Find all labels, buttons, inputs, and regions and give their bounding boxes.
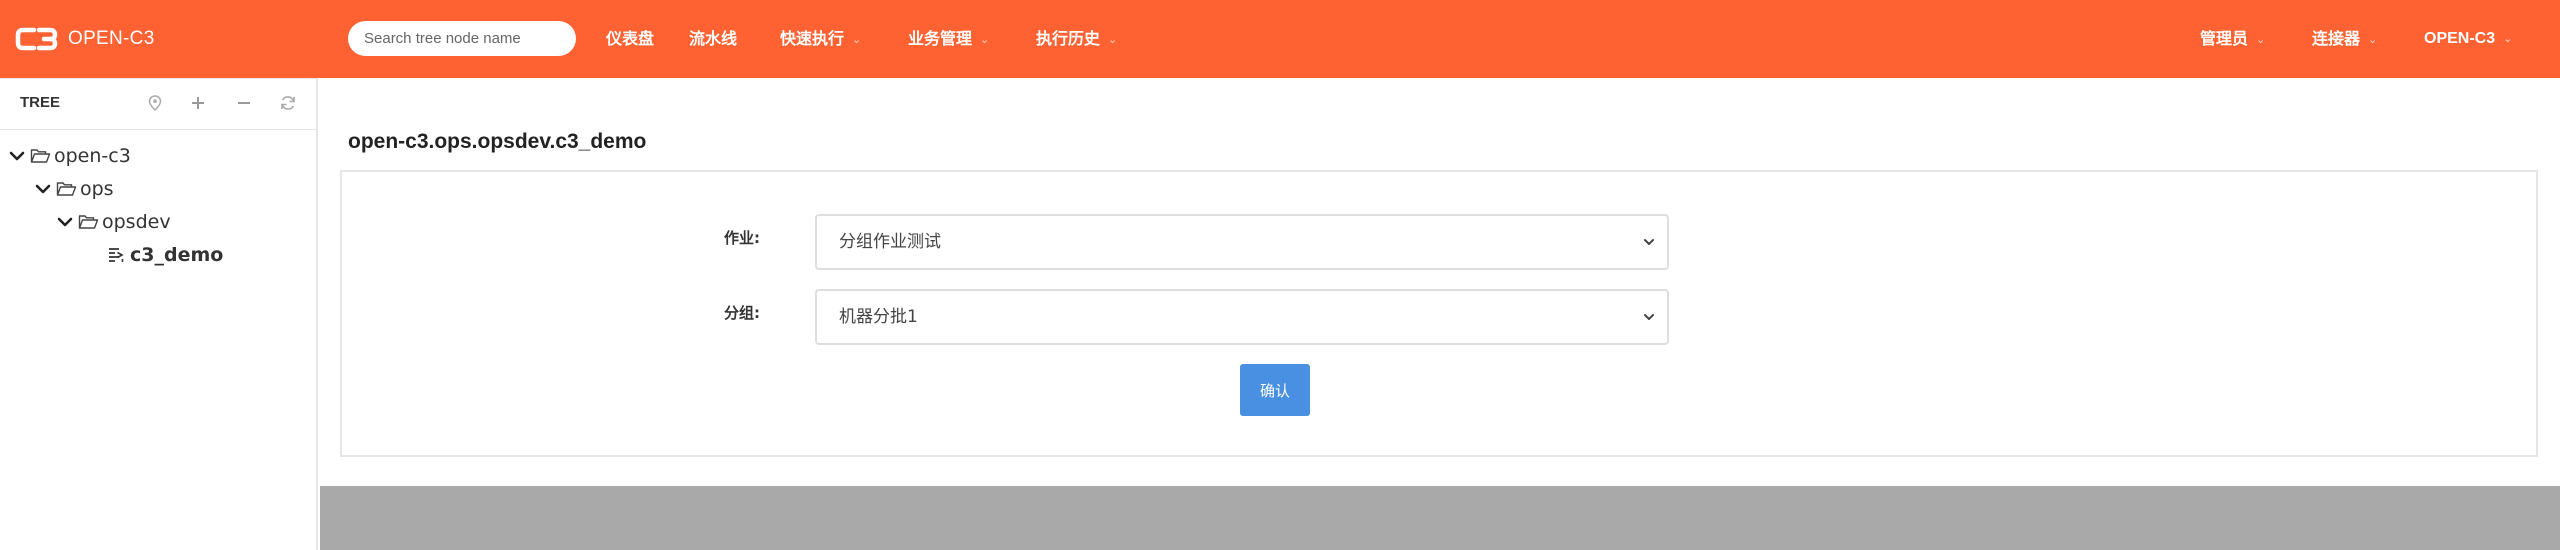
chevron-down-icon: ⌄: [980, 33, 990, 46]
open-c3-logo-icon: [15, 27, 58, 51]
nav-business-mgmt-label: 业务管理: [908, 29, 973, 48]
nav-exec-history-label: 执行历史: [1036, 29, 1101, 48]
chevron-down-icon: [1644, 239, 1654, 245]
footer-bar: [320, 486, 2560, 550]
plus-icon[interactable]: [186, 91, 210, 115]
logo[interactable]: OPEN-C3: [14, 22, 155, 56]
chevron-down-icon: ⌄: [1108, 33, 1118, 46]
tree-sidebar: TREE open-c3 ops opsdev c3_demo: [0, 78, 318, 550]
job-label: 作业:: [724, 229, 760, 247]
group-select[interactable]: 机器分批1: [815, 289, 1669, 345]
nav-admin-label: 管理员: [2200, 29, 2249, 48]
nav-pipeline-label: 流水线: [689, 29, 738, 48]
chevron-down-icon[interactable]: [56, 213, 74, 231]
page-title: open-c3.ops.opsdev.c3_demo: [348, 130, 647, 153]
chevron-down-icon[interactable]: [34, 180, 52, 198]
logo-text: OPEN-C3: [68, 28, 155, 49]
tree-node-label: ops: [80, 178, 114, 200]
nav-connector-label: 连接器: [2312, 29, 2361, 48]
folder-open-icon: [56, 182, 77, 196]
tree-node-label: open-c3: [54, 145, 131, 167]
confirm-button[interactable]: 确认: [1240, 364, 1310, 416]
tree-header: TREE: [0, 78, 316, 130]
top-navbar: OPEN-C3 仪表盘 流水线 快速执行 ⌄ 业务管理 ⌄ 执行历史 ⌄ 管理员 ⌄ 连…: [0, 0, 2560, 78]
minus-icon[interactable]: [232, 91, 256, 115]
locate-icon[interactable]: [143, 91, 167, 115]
job-select-value: 分组作业测试: [839, 232, 941, 252]
nav-quick-exec-label: 快速执行: [780, 29, 845, 48]
nav-dashboard-label: 仪表盘: [606, 29, 655, 48]
tree-node-open-c3[interactable]: open-c3: [8, 141, 131, 171]
nav-business-mgmt[interactable]: 业务管理 ⌄: [908, 26, 989, 52]
chevron-down-icon: ⌄: [852, 33, 862, 46]
folder-open-icon: [78, 215, 99, 229]
tree-node-label: c3_demo: [130, 244, 224, 266]
group-select-value: 机器分批1: [839, 307, 918, 327]
node-list-icon: [109, 248, 124, 262]
chevron-down-icon: ⌄: [2368, 33, 2378, 46]
nav-pipeline[interactable]: 流水线: [689, 26, 737, 52]
tree-search-input[interactable]: [348, 21, 576, 56]
group-label: 分组:: [724, 304, 760, 322]
nav-user-menu[interactable]: OPEN-C3 ⌄: [2424, 26, 2512, 52]
tree-node-ops[interactable]: ops: [34, 174, 114, 204]
nav-user-menu-label: OPEN-C3: [2424, 30, 2496, 47]
chevron-down-icon: [1644, 314, 1654, 320]
tree-node-opsdev[interactable]: opsdev: [56, 207, 171, 237]
nav-quick-exec[interactable]: 快速执行 ⌄: [780, 26, 861, 52]
nav-dashboard[interactable]: 仪表盘: [606, 26, 654, 52]
nav-connector[interactable]: 连接器 ⌄: [2312, 26, 2377, 52]
tree-node-label: opsdev: [102, 211, 171, 233]
folder-open-icon: [30, 149, 51, 163]
chevron-down-icon: ⌄: [2256, 33, 2266, 46]
nav-exec-history[interactable]: 执行历史 ⌄: [1036, 26, 1117, 52]
job-select[interactable]: 分组作业测试: [815, 214, 1669, 270]
nav-admin[interactable]: 管理员 ⌄: [2200, 26, 2265, 52]
refresh-icon[interactable]: [276, 91, 300, 115]
chevron-down-icon: ⌄: [2503, 33, 2513, 45]
tree-node-c3-demo[interactable]: c3_demo: [106, 240, 223, 270]
chevron-down-icon[interactable]: [8, 147, 26, 165]
tree-title: TREE: [20, 94, 61, 111]
